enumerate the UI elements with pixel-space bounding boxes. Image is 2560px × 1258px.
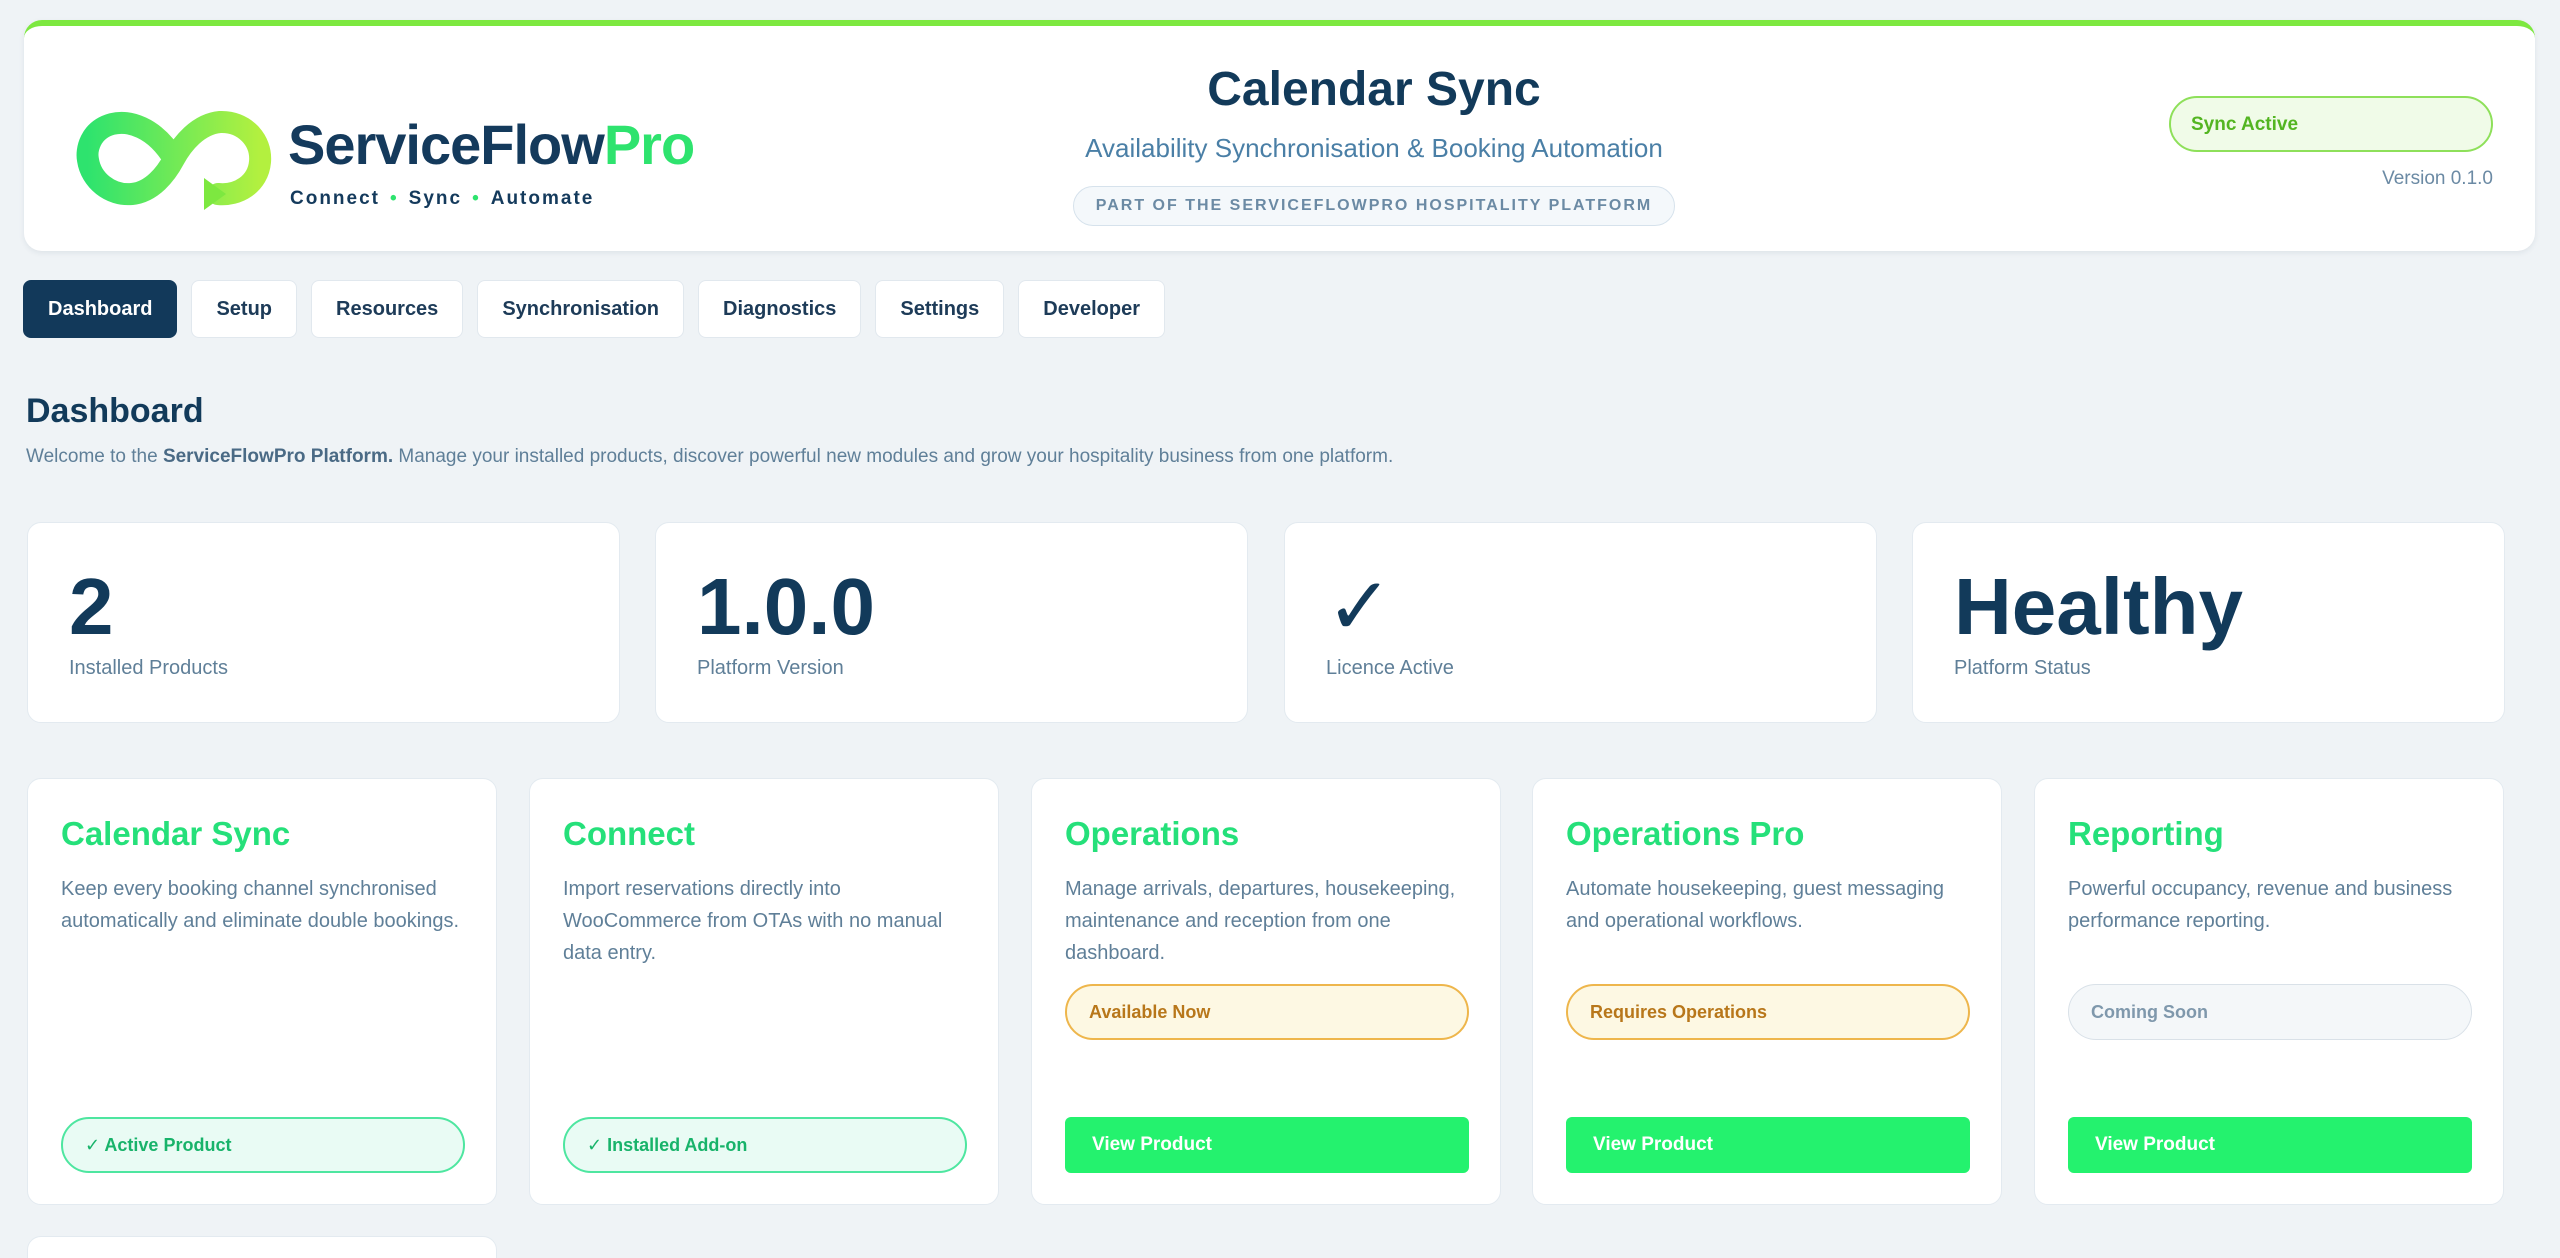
view-product-button[interactable]: View Product [2068, 1117, 2472, 1173]
stat-installed-products: 2 Installed Products [27, 522, 620, 723]
brand-logo[interactable]: ServiceFlowPro Connect • Sync • Automate [76, 104, 695, 224]
product-title: Calendar Sync [61, 815, 291, 852]
stat-platform-status: Healthy Platform Status [1912, 522, 2505, 723]
stat-value: 1.0.0 [697, 562, 875, 651]
stat-label: Platform Status [1954, 657, 2091, 679]
product-title: Operations Pro [1566, 815, 1805, 852]
brand-tagline: Connect • Sync • Automate [290, 188, 595, 209]
product-description: Keep every booking channel synchronised … [61, 878, 460, 932]
page-description: Welcome to the ServiceFlowPro Platform. … [26, 446, 1394, 467]
tab-setup[interactable]: Setup [191, 280, 298, 338]
product-card-calendar-sync: Calendar Sync Keep every booking channel… [27, 778, 497, 1205]
tab-synchronisation[interactable]: Synchronisation [477, 280, 685, 338]
view-product-button[interactable]: View Product [1065, 1117, 1469, 1173]
version-label: Version 0.1.0 [2382, 168, 2493, 189]
stat-label: Licence Active [1326, 657, 1454, 679]
product-title: Operations [1065, 815, 1240, 852]
sync-status-badge: Sync Active [2169, 96, 2493, 152]
app-header: ServiceFlowPro Connect • Sync • Automate Cal… [24, 20, 2535, 251]
infinity-logo-icon [76, 111, 272, 210]
product-status-badge: Coming Soon [2068, 984, 2472, 1040]
stat-value: Healthy [1954, 562, 2243, 651]
stat-licence: ✓ Licence Active [1284, 522, 1877, 723]
tab-resources[interactable]: Resources [311, 280, 464, 338]
tab-developer[interactable]: Developer [1018, 280, 1165, 338]
product-card-reporting: Reporting Powerful occupancy, revenue an… [2034, 778, 2504, 1205]
product-description: Automate housekeeping, guest messaging a… [1566, 878, 1945, 932]
product-card-partial [27, 1236, 497, 1258]
platform-badge: PART OF THE SERVICEFLOWPRO HOSPITALITY P… [1072, 186, 1676, 226]
product-title: Connect [563, 815, 695, 852]
tab-dashboard[interactable]: Dashboard [23, 280, 178, 338]
product-description: Manage arrivals, departures, housekeepin… [1065, 878, 1456, 964]
view-product-button[interactable]: View Product [1566, 1117, 1970, 1173]
stat-platform-version: 1.0.0 Platform Version [655, 522, 1248, 723]
stat-label: Platform Version [697, 657, 844, 679]
product-description: Powerful occupancy, revenue and business… [2068, 878, 2453, 932]
product-card-operations: Operations Manage arrivals, departures, … [1031, 778, 1501, 1205]
header-center: Calendar Sync Availability Synchronisati… [804, 62, 1944, 226]
stat-value: 2 [69, 562, 114, 651]
product-title: Reporting [2068, 815, 2224, 852]
check-icon: ✓ [1326, 562, 1394, 651]
page-title: Dashboard [26, 392, 204, 430]
product-status-badge: ✓ Active Product [61, 1117, 465, 1173]
product-card-operations-pro: Operations Pro Automate housekeeping, gu… [1532, 778, 2002, 1205]
stat-label: Installed Products [69, 657, 228, 679]
tab-diagnostics[interactable]: Diagnostics [698, 280, 862, 338]
tab-settings[interactable]: Settings [875, 280, 1005, 338]
product-status-badge: ✓ Installed Add-on [563, 1117, 967, 1173]
app-title: Calendar Sync [1207, 63, 1541, 116]
product-status-badge: Requires Operations [1566, 984, 1970, 1040]
main-nav: Dashboard Setup Resources Synchronisatio… [23, 280, 1165, 338]
brand-name: ServiceFlowPro [288, 113, 695, 176]
product-description: Import reservations directly into WooCom… [563, 878, 943, 964]
product-card-connect: Connect Import reservations directly int… [529, 778, 999, 1205]
app-subtitle: Availability Synchronisation & Booking A… [1085, 133, 1663, 163]
product-status-badge: Available Now [1065, 984, 1469, 1040]
